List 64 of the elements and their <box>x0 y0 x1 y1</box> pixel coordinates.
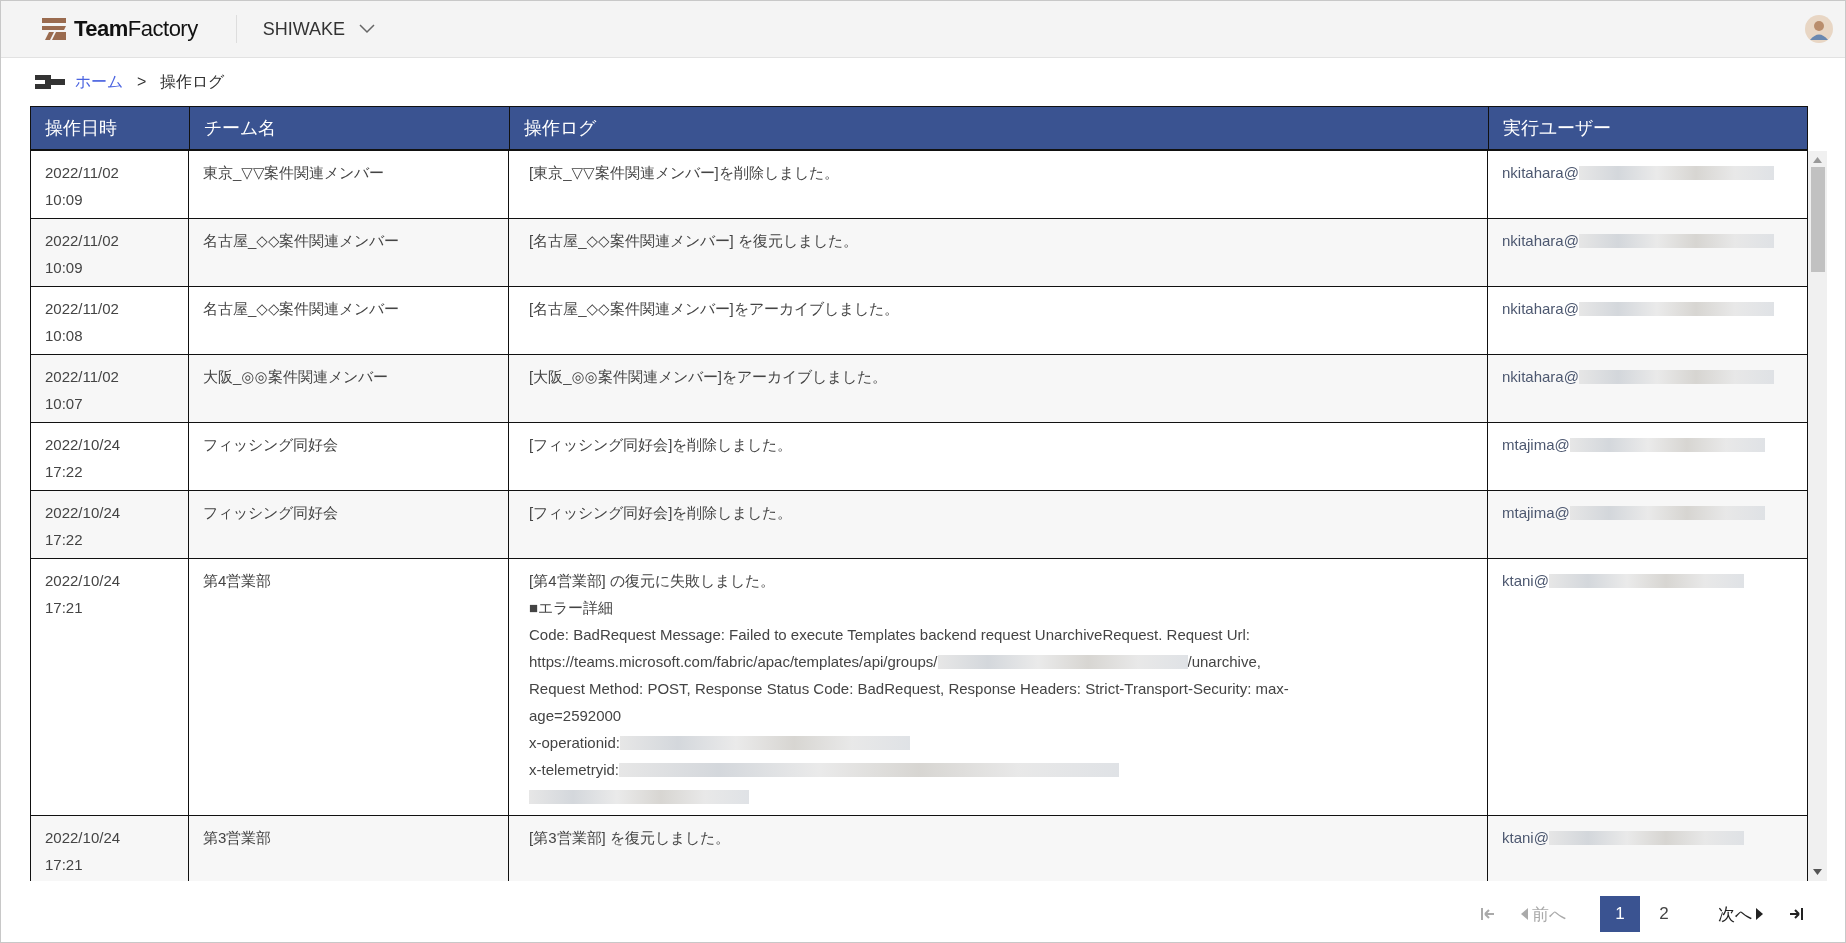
log-text: [フィッシング同好会]を削除しました。 <box>529 435 793 455</box>
datetime-cell: 2022/11/02 10:07 <box>45 368 119 412</box>
log-text: Request Method: POST, Response Status Code: BadRequest, Response Headers: Strict-Transport-Security: max- <box>529 679 1289 699</box>
column-header[interactable]: 操作ログ <box>510 107 1489 149</box>
log-text: Code: BadRequest Message: Failed to execute Templates backend request UnarchiveRequest. Request Url: <box>529 625 1250 645</box>
user-cell-text: nkitahara@ <box>1502 299 1579 319</box>
crumb-icon <box>35 75 65 89</box>
page-button[interactable]: 1 <box>1600 896 1640 932</box>
user-cell-text: nkitahara@ <box>1502 231 1579 251</box>
team-name-cell: 東京_▽▽案件関連メンバー <box>203 164 385 181</box>
column-header[interactable]: チーム名 <box>190 107 510 149</box>
team-name-cell: 名古屋_◇◇案件関連メンバー <box>203 232 400 249</box>
log-text: x-operationid: <box>529 733 620 753</box>
user-cell-text: mtajima@ <box>1502 435 1570 455</box>
datetime-cell: 2022/11/02 10:08 <box>45 300 119 344</box>
team-name-cell: フィッシング同好会 <box>203 504 338 521</box>
team-name-cell: 第4営業部 <box>203 572 272 589</box>
scrollbar[interactable] <box>1808 151 1827 881</box>
log-text: ■エラー詳細 <box>529 598 614 618</box>
datetime-cell: 2022/10/24 17:22 <box>45 504 121 548</box>
log-text: [大阪_◎◎案件関連メンバー]をアーカイブしました。 <box>529 367 887 387</box>
log-text: https://teams.microsoft.com/fabric/apac/templates/api/groups/ <box>529 652 938 672</box>
log-text: [フィッシング同好会]を削除しました。 <box>529 503 793 523</box>
logo-icon <box>42 18 66 40</box>
scroll-up-icon[interactable] <box>1813 157 1822 163</box>
next-button[interactable]: 次へ <box>1708 896 1773 932</box>
page-button[interactable]: 2 <box>1644 896 1684 932</box>
chevron-down-icon <box>359 24 376 34</box>
log-text: /unarchive, <box>1187 652 1261 672</box>
logo-text: TeamFactory <box>74 16 198 42</box>
home-link[interactable]: ホーム <box>75 71 123 93</box>
last-page-icon <box>1789 908 1803 920</box>
user-cell-text: mtajima@ <box>1502 503 1570 523</box>
user-cell-text: ktani@ <box>1502 571 1549 591</box>
log-text: x-telemetryid: <box>529 760 620 780</box>
team-name-cell: 名古屋_◇◇案件関連メンバー <box>203 300 400 317</box>
first-page-icon <box>1481 908 1495 920</box>
scrollbar-thumb[interactable] <box>1810 167 1825 272</box>
datetime-cell: 2022/10/24 17:21 <box>45 829 121 873</box>
team-name-cell: 大阪_◎◎案件関連メンバー <box>203 368 388 385</box>
log-text: [名古屋_◇◇案件関連メンバー]をアーカイブしました。 <box>529 299 899 319</box>
log-text: [第4営業部] の復元に失敗しました。 <box>529 571 775 591</box>
log-text: [東京_▽▽案件関連メンバー]を削除しました。 <box>529 163 839 183</box>
log-text: [名古屋_◇◇案件関連メンバー] を復元しました。 <box>529 231 858 251</box>
user-cell-text: ktani@ <box>1502 828 1549 848</box>
log-text: [第3営業部] を復元しました。 <box>529 828 730 848</box>
workspace-dropdown[interactable]: SHIWAKE <box>262 18 376 40</box>
triangle-left-icon <box>1521 908 1528 920</box>
triangle-right-icon <box>1756 908 1763 920</box>
column-header[interactable]: 実行ユーザー <box>1489 107 1809 149</box>
datetime-cell: 2022/10/24 17:22 <box>45 436 121 480</box>
user-cell-text: nkitahara@ <box>1502 163 1579 183</box>
avatar-icon[interactable] <box>1805 15 1833 43</box>
scroll-down-icon[interactable] <box>1813 869 1822 875</box>
column-header[interactable]: 操作日時 <box>31 107 190 149</box>
datetime-cell: 2022/10/24 17:21 <box>45 572 121 616</box>
team-name-cell: 第3営業部 <box>203 829 272 846</box>
datetime-cell: 2022/11/02 10:09 <box>45 164 119 208</box>
log-text: age=2592000 <box>529 706 622 726</box>
team-name-cell: フィッシング同好会 <box>203 436 338 453</box>
breadcrumb-current: 操作ログ <box>160 71 225 92</box>
datetime-cell: 2022/11/02 10:09 <box>45 232 119 276</box>
breadcrumb-separator: > <box>137 73 147 91</box>
user-cell-text: nkitahara@ <box>1502 367 1579 387</box>
